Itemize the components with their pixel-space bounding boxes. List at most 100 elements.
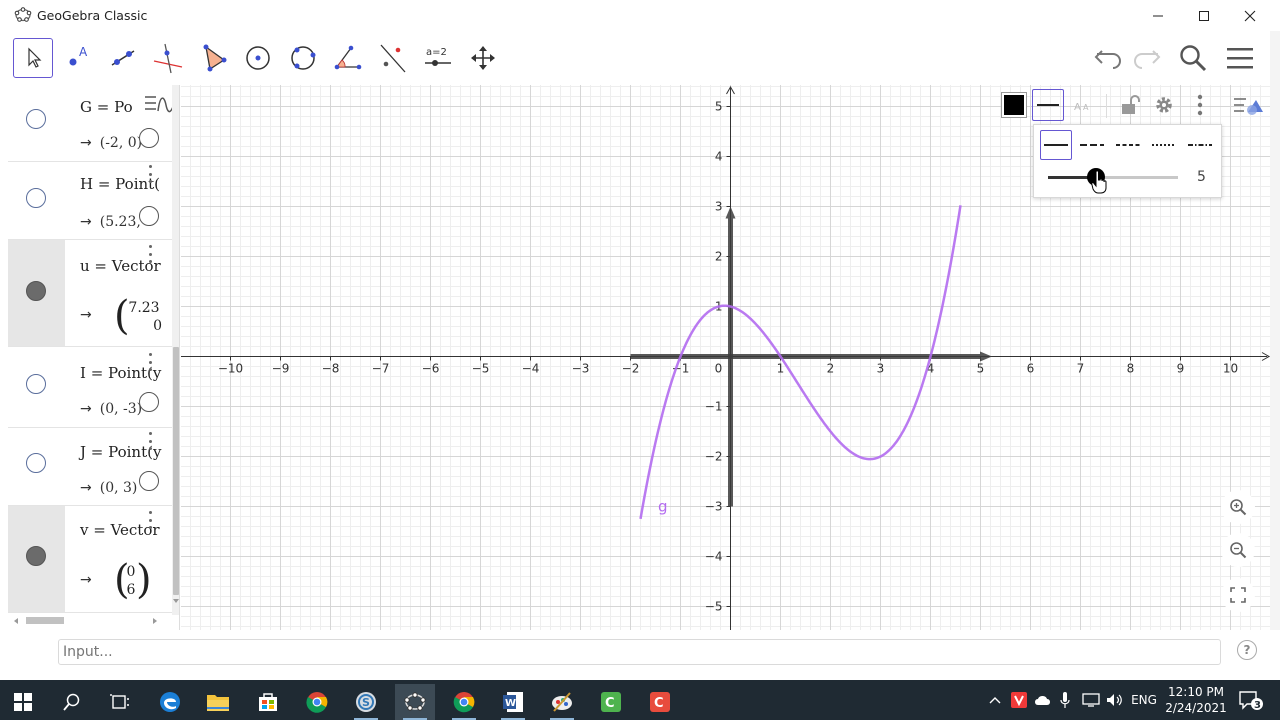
visibility-toggle-I[interactable] [26,374,46,394]
show-hidden-icons-button[interactable] [986,680,1004,720]
help-icon[interactable]: ? [1237,640,1257,660]
speaker-icon [1107,694,1122,706]
more-button[interactable] [1184,88,1216,122]
start-button[interactable] [3,684,43,720]
line-thickness-value: 5 [1197,169,1206,185]
clock[interactable]: 12:10 PM 2/24/2021 [1160,684,1232,716]
play-icon[interactable] [139,128,159,148]
onedrive-tray-icon[interactable] [1033,680,1053,720]
row-definition[interactable]: G = Po [80,98,133,116]
microphone-tray-icon[interactable] [1057,680,1073,720]
camtasia-editor-button[interactable]: C [640,684,680,720]
settings-button[interactable] [1148,88,1180,122]
more-options-icon[interactable] [145,432,155,450]
move-tool-button[interactable] [13,38,53,78]
line-style-solid[interactable] [1040,130,1072,160]
algebra-row-H[interactable]: H = Point( → (5.23, 0 [8,162,172,240]
scroll-down-icon[interactable] [172,597,180,605]
line-style-dash-dot[interactable] [1184,130,1216,160]
more-options-icon[interactable] [145,245,155,263]
perpendicular-line-icon [153,43,183,74]
algebra-vertical-scrollbar[interactable] [172,85,180,615]
algebra-row-v[interactable]: v = Vector → ( 0 6 ) [8,506,172,613]
visibility-toggle-H[interactable] [26,188,46,208]
algebra-row-u[interactable]: u = Vector → ( 7.23 0 [8,240,172,347]
chrome-button[interactable] [297,684,337,720]
maximize-icon [1199,10,1209,21]
circle-three-points-tool-button[interactable] [283,38,323,78]
line-thickness-slider[interactable] [1048,176,1178,179]
language-indicator[interactable]: ENG [1130,680,1158,720]
vivaldi-tray-icon[interactable] [1009,680,1029,720]
more-options-icon[interactable] [145,165,155,183]
circle-center-tool-button[interactable] [238,38,278,78]
main-menu-button[interactable] [1220,38,1260,78]
redo-button[interactable] [1126,38,1166,78]
polygon-tool-button[interactable] [193,38,233,78]
algebra-row-I[interactable]: I = Point(y → (0, -3) [8,347,172,428]
hand-cursor-icon [1091,170,1107,194]
network-icon [1082,693,1100,707]
line-style-button[interactable] [1032,89,1064,121]
play-icon[interactable] [139,471,159,491]
short-dash-line-icon [1116,144,1140,146]
scrollbar-thumb[interactable] [173,347,179,595]
algebra-row-J[interactable]: J = Point(y → (0, 3) [8,428,172,506]
line-tool-button[interactable] [103,38,143,78]
word-button[interactable]: W [493,684,533,720]
notification-count: 3 [1254,700,1261,711]
move-graphics-view-tool-button[interactable] [463,38,503,78]
network-tray-icon[interactable] [1080,680,1102,720]
graphics-style-toggle-button[interactable] [1232,88,1264,122]
algebra-row-G[interactable]: G = Po → (-2, 0) [8,85,172,162]
file-explorer-button[interactable] [198,684,238,720]
perpendicular-line-tool-button[interactable] [148,38,188,78]
input-box[interactable] [58,639,1221,665]
zoom-in-button[interactable] [1221,490,1255,524]
taskbar-search-button[interactable] [52,684,92,720]
visibility-toggle-u[interactable] [26,281,46,301]
play-icon[interactable] [139,392,159,412]
color-button[interactable] [998,88,1030,122]
play-icon[interactable] [139,206,159,226]
arrow-icon: → [80,401,92,417]
line-style-short-dash[interactable] [1112,130,1144,160]
app-button[interactable] [542,684,582,720]
visibility-toggle-v[interactable] [26,546,46,566]
more-options-icon[interactable] [145,353,155,371]
close-button[interactable] [1227,0,1273,31]
scroll-left-icon[interactable] [12,617,20,625]
fullscreen-button[interactable] [1221,578,1255,612]
camtasia-green-button[interactable]: C [591,684,631,720]
scroll-right-icon[interactable] [151,617,159,625]
edge-browser-button[interactable] [150,684,190,720]
angle-tool-button[interactable] [328,38,368,78]
x-tick-label: 9 [1177,362,1185,376]
v-app-icon [1011,692,1027,708]
point-tool-button[interactable]: A [58,38,98,78]
screencast-app-button[interactable]: S [346,684,386,720]
action-center-button[interactable]: 3 [1236,680,1266,720]
task-view-button[interactable] [100,684,140,720]
slider-tool-button[interactable]: a=2 [418,38,458,78]
more-options-icon[interactable] [145,511,155,529]
volume-tray-icon[interactable] [1104,680,1126,720]
visibility-toggle-J[interactable] [26,453,46,473]
maximize-button[interactable] [1181,0,1227,31]
algebra-input-field[interactable] [59,640,1220,664]
minimize-button[interactable] [1135,0,1181,31]
algebra-horizontal-scrollbar[interactable] [8,613,172,629]
geogebra-taskbar-button[interactable] [395,684,435,720]
scrollbar-thumb[interactable] [26,617,64,624]
store-button[interactable] [248,684,288,720]
reflect-tool-button[interactable] [373,38,413,78]
line-style-long-dash[interactable] [1076,130,1108,160]
text-style-button[interactable]: AA [1068,88,1100,122]
zoom-out-button[interactable] [1221,533,1255,567]
search-button[interactable] [1173,38,1213,78]
visibility-toggle-G[interactable] [26,109,46,129]
lock-button[interactable] [1114,88,1146,122]
chrome-window-button[interactable] [444,684,484,720]
undo-button[interactable] [1089,38,1129,78]
line-style-dotted[interactable] [1148,130,1180,160]
